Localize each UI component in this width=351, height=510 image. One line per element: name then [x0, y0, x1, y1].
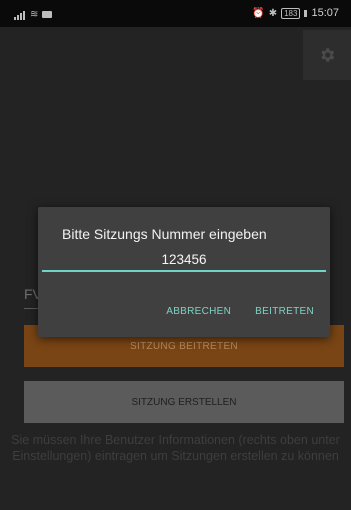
join-button[interactable]: BEITRETEN [255, 306, 314, 317]
status-bar: ≋ ⏰ ✱ 183 15:07 [0, 0, 351, 27]
status-right: ⏰ ✱ 183 15:07 [252, 7, 339, 19]
battery-level: 183 [281, 7, 301, 19]
session-number-dialog: Bitte Sitzungs Nummer eingeben 123456 AB… [38, 207, 330, 337]
signal-icon [14, 8, 26, 20]
gear-icon[interactable] [318, 46, 336, 64]
info-text: Sie müssen Ihre Benutzer Informationen (… [11, 433, 340, 463]
bluetooth-icon: ✱ [268, 7, 278, 19]
status-left: ≋ [14, 8, 53, 20]
alarm-icon: ⏰ [252, 7, 265, 19]
dialog-title: Bitte Sitzungs Nummer eingeben [62, 226, 267, 242]
message-icon [42, 10, 53, 18]
status-time: 15:07 [311, 7, 339, 19]
dialog-actions: ABBRECHEN BEITRETEN [166, 306, 314, 317]
battery-icon [304, 9, 308, 17]
create-session-button[interactable]: SITZUNG ERSTELLEN [24, 381, 344, 423]
cancel-button[interactable]: ABBRECHEN [166, 306, 231, 317]
session-number-input[interactable]: 123456 [42, 252, 326, 272]
wifi-icon: ≋ [30, 8, 39, 20]
settings-button[interactable] [303, 30, 351, 80]
